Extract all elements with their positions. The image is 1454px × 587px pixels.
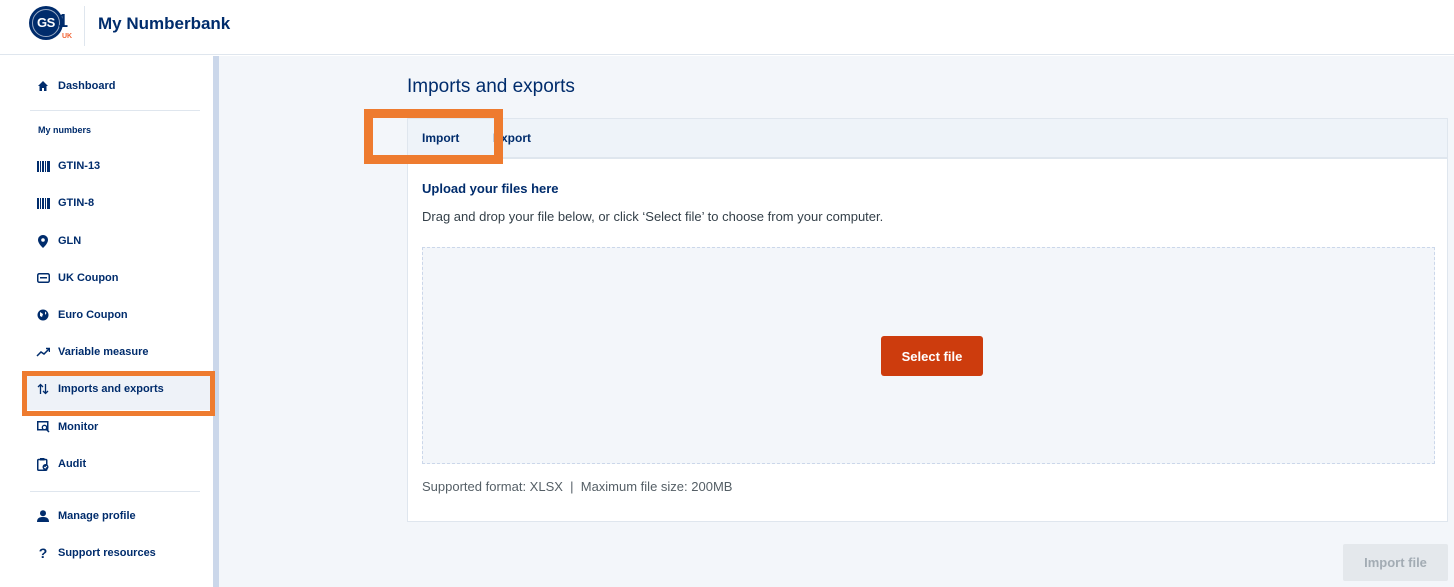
coupon-icon — [36, 271, 50, 285]
page-title: Imports and exports — [407, 76, 575, 97]
question-icon: ? — [38, 545, 48, 561]
globe-icon — [36, 308, 50, 322]
trend-icon — [36, 345, 50, 359]
sidebar-item-label: GTIN-8 — [58, 197, 95, 209]
app-header: GS 1 UK My Numberbank — [0, 0, 1454, 55]
tab-bar: Import Export — [408, 119, 1447, 159]
sidebar-divider — [30, 491, 200, 492]
upload-description: Drag and drop your file below, or click … — [422, 209, 884, 224]
sidebar-item-euro-coupon[interactable]: Euro Coupon — [36, 304, 128, 326]
sidebar-item-label: Variable measure — [58, 346, 149, 358]
user-icon — [36, 509, 50, 523]
import-file-button[interactable]: Import file — [1343, 544, 1448, 581]
sidebar-item-monitor[interactable]: Monitor — [36, 416, 98, 438]
sidebar-item-label: Euro Coupon — [58, 309, 128, 321]
sidebar-item-dashboard[interactable]: Dashboard — [36, 75, 115, 97]
sidebar-item-label: UK Coupon — [58, 272, 119, 284]
sidebar-section-label: My numbers — [38, 125, 92, 135]
barcode-icon — [36, 159, 50, 173]
sidebar-item-audit[interactable]: Audit — [36, 453, 86, 475]
logo-gs-text: GS — [37, 15, 55, 30]
sidebar-item-gtin-8[interactable]: GTIN-8 — [36, 192, 94, 214]
logo-region: UK — [62, 33, 73, 40]
gs1-logo[interactable]: GS 1 UK — [29, 6, 73, 46]
home-icon — [36, 79, 50, 93]
sidebar-item-label: Audit — [58, 458, 87, 470]
location-pin-icon — [36, 234, 50, 248]
app-title: My Numberbank — [98, 14, 231, 33]
barcode-icon — [36, 196, 50, 210]
sidebar-item-support-resources[interactable]: ? Support resources — [36, 542, 156, 564]
sidebar-item-label: Manage profile — [58, 510, 136, 522]
sidebar-item-variable-measure[interactable]: Variable measure — [36, 341, 149, 363]
sidebar-item-label: GTIN-13 — [58, 160, 101, 172]
sidebar-item-label: Dashboard — [58, 80, 116, 92]
select-file-button[interactable]: Select file — [881, 336, 983, 376]
header-divider — [84, 6, 85, 46]
sidebar-item-manage-profile[interactable]: Manage profile — [36, 505, 136, 527]
sidebar-item-label: GLN — [58, 235, 82, 247]
sidebar-item-gtin-13[interactable]: GTIN-13 — [36, 155, 100, 177]
sidebar-item-uk-coupon[interactable]: UK Coupon — [36, 267, 118, 289]
highlight-box-sidebar — [22, 371, 215, 416]
logo-one-text: 1 — [58, 11, 69, 31]
import-export-card: Import Export Upload your files here Dra… — [407, 118, 1448, 522]
sidebar-item-label: Support resources — [58, 547, 156, 559]
upload-heading: Upload your files here — [422, 181, 559, 196]
highlight-box-import-tab — [364, 109, 503, 164]
file-dropzone[interactable]: Select file — [422, 247, 1435, 464]
sidebar-divider — [30, 110, 200, 111]
sidebar-item-gln[interactable]: GLN — [36, 230, 81, 252]
monitor-search-icon — [36, 420, 50, 434]
audit-icon — [36, 457, 50, 471]
sidebar-item-label: Monitor — [58, 421, 99, 433]
supported-format-note: Supported format: XLSX | Maximum file si… — [422, 479, 733, 494]
